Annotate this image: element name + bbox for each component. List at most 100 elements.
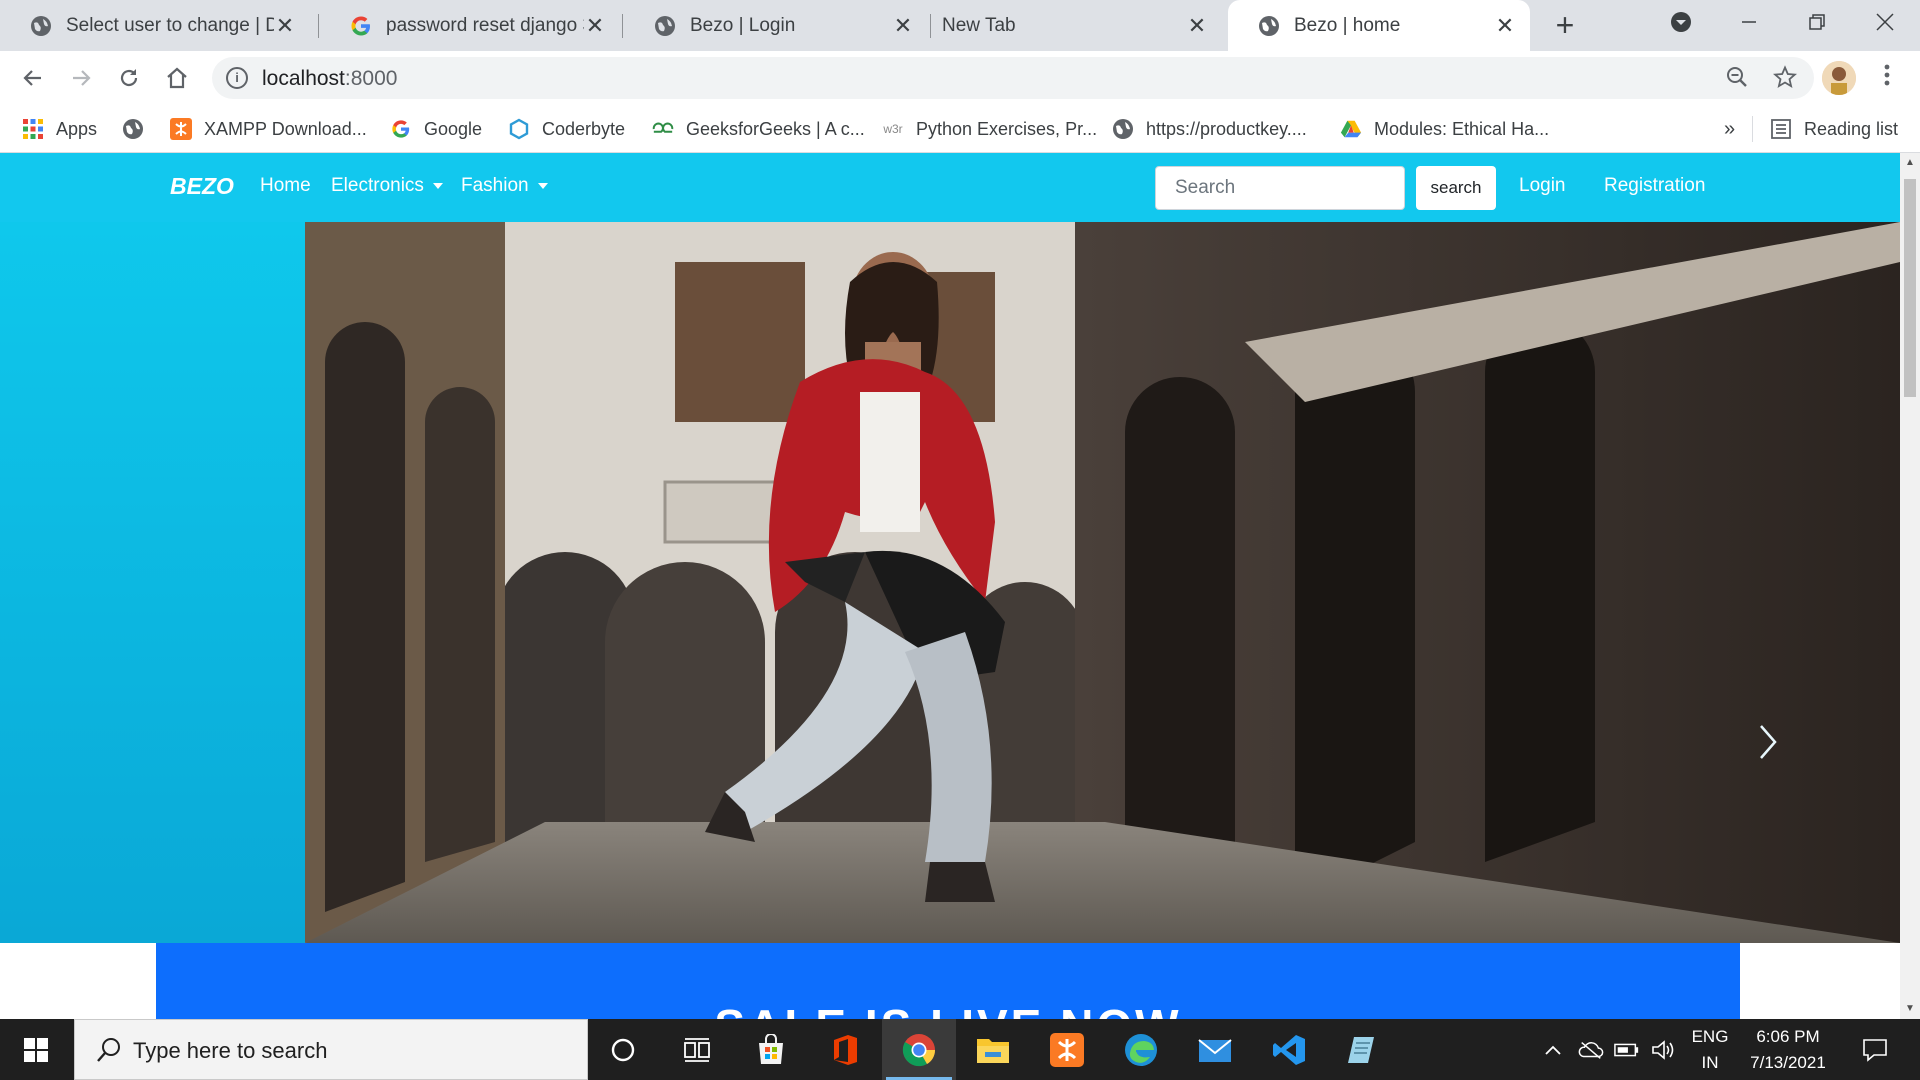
site-brand[interactable]: BEZO <box>170 173 234 200</box>
cortana-button[interactable] <box>586 1019 660 1080</box>
site-search-input[interactable] <box>1155 166 1405 210</box>
hero-carousel <box>305 222 1900 943</box>
bookmark-w3resource[interactable]: w3r Python Exercises, Pr... <box>882 105 1097 153</box>
bookmark-xampp[interactable]: XAMPP Download... <box>170 105 367 153</box>
new-tab-button[interactable]: + <box>1548 8 1582 42</box>
close-icon[interactable]: ✕ <box>274 14 296 37</box>
close-icon <box>1876 13 1894 31</box>
restore-button[interactable] <box>1784 0 1850 44</box>
bookmark-modules[interactable]: Modules: Ethical Ha... <box>1340 105 1549 153</box>
clock-time[interactable]: 6:06 PM <box>1738 1027 1838 1047</box>
input-language-top[interactable]: ENG <box>1688 1027 1732 1047</box>
home-icon <box>167 67 187 89</box>
nav-login[interactable]: Login <box>1519 175 1566 197</box>
tab-bezo-login[interactable]: Bezo | Login ✕ <box>624 0 928 51</box>
nav-home[interactable]: Home <box>260 175 311 197</box>
bookmark-geeksforgeeks[interactable]: GeeksforGeeks | A c... <box>652 105 865 153</box>
taskbar-chrome[interactable] <box>882 1019 956 1080</box>
carousel-next-button[interactable] <box>1747 712 1787 772</box>
tab-strip: Select user to change | Dja ✕ password r… <box>0 0 1920 51</box>
reload-button[interactable] <box>112 61 146 95</box>
bookmark-label: Coderbyte <box>542 118 626 139</box>
tab-search-button[interactable] <box>1648 0 1714 44</box>
avatar-image <box>1822 61 1856 95</box>
chevron-right-icon <box>1760 725 1777 759</box>
address-bar[interactable]: i localhost:8000 <box>212 57 1814 99</box>
site-navbar: BEZO Home Electronics Fashion search Log… <box>0 153 1900 222</box>
scroll-down-icon[interactable]: ▼ <box>1904 1003 1916 1015</box>
forward-button[interactable] <box>64 61 98 95</box>
close-icon[interactable]: ✕ <box>892 14 914 37</box>
tab-separator <box>930 14 931 38</box>
nav-electronics-dropdown[interactable]: Electronics <box>331 175 443 197</box>
taskbar-search-box[interactable]: Type here to search <box>74 1019 588 1080</box>
globe-icon <box>1258 15 1280 37</box>
page-viewport: BEZO Home Electronics Fashion search Log… <box>0 153 1900 1019</box>
close-icon[interactable]: ✕ <box>584 14 606 37</box>
taskbar-mail[interactable] <box>1178 1019 1252 1080</box>
task-view-button[interactable] <box>660 1019 734 1080</box>
tab-password-reset[interactable]: password reset django 3 - ✕ <box>320 0 620 51</box>
action-center-button[interactable] <box>1858 1037 1892 1063</box>
tab-title: password reset django 3 - <box>386 14 584 36</box>
taskbar-xampp[interactable] <box>1030 1019 1104 1080</box>
show-hidden-icons-button[interactable] <box>1540 1037 1566 1063</box>
scroll-up-icon[interactable]: ▲ <box>1904 157 1916 169</box>
volume-tray-button[interactable] <box>1650 1037 1676 1063</box>
reading-list-button[interactable]: Reading list <box>1770 105 1898 153</box>
globe-icon <box>122 118 144 140</box>
globe-icon <box>1112 118 1134 140</box>
close-icon[interactable]: ✕ <box>1186 14 1208 37</box>
nav-registration[interactable]: Registration <box>1604 175 1705 197</box>
home-button[interactable] <box>160 61 194 95</box>
close-icon[interactable]: ✕ <box>1494 14 1516 37</box>
office-icon <box>834 1034 857 1065</box>
bookmark-apps[interactable]: Apps <box>22 105 97 153</box>
url-host: localhost <box>262 67 345 90</box>
site-search-button[interactable]: search <box>1416 166 1496 210</box>
bookmark-google[interactable]: Google <box>390 105 482 153</box>
start-button[interactable] <box>0 1019 72 1080</box>
taskbar-vscode[interactable] <box>1252 1019 1326 1080</box>
bookmarks-overflow-button[interactable]: » <box>1724 105 1735 153</box>
bookmarks-bar: Apps XAMPP Download... Google Coderbyte … <box>0 105 1920 153</box>
taskbar-edge[interactable] <box>1104 1019 1178 1080</box>
bookmark-productkey[interactable]: https://productkey.... <box>1112 105 1307 153</box>
info-icon[interactable]: i <box>226 67 248 89</box>
tab-select-user[interactable]: Select user to change | Dja ✕ <box>0 0 310 51</box>
zoom-button[interactable] <box>1722 65 1752 95</box>
xampp-icon <box>170 118 192 140</box>
minimize-button[interactable] <box>1716 0 1782 44</box>
tab-new-tab[interactable]: New Tab ✕ <box>932 0 1222 51</box>
nav-fashion-label: Fashion <box>461 175 529 196</box>
bookmark-label: GeeksforGeeks | A c... <box>686 118 865 139</box>
mail-icon <box>1198 1038 1232 1062</box>
browser-toolbar: i localhost:8000 <box>0 51 1920 105</box>
onedrive-tray-button[interactable] <box>1578 1037 1604 1063</box>
bookmark-star-button[interactable] <box>1770 65 1800 95</box>
windows-taskbar: Type here to search ENG IN 6:06 PM 7/13/… <box>0 1019 1920 1080</box>
taskbar-microsoft-store[interactable] <box>734 1019 808 1080</box>
cortana-circle-icon <box>611 1038 635 1061</box>
bookmark-coderbyte[interactable]: Coderbyte <box>508 105 625 153</box>
tab-title: Bezo | home <box>1294 14 1401 36</box>
folder-icon <box>977 1038 1009 1063</box>
vscode-icon <box>1273 1034 1305 1065</box>
bookmark-globe[interactable] <box>122 105 156 153</box>
tab-bezo-home[interactable]: Bezo | home ✕ <box>1228 0 1530 51</box>
close-window-button[interactable] <box>1852 0 1918 44</box>
nav-fashion-dropdown[interactable]: Fashion <box>461 175 548 197</box>
profile-avatar[interactable] <box>1822 61 1856 95</box>
scrollbar-thumb[interactable] <box>1904 179 1916 397</box>
edge-icon <box>1125 1033 1157 1066</box>
tab-title: Select user to change | Dja <box>66 14 274 36</box>
taskbar-office[interactable] <box>808 1019 882 1080</box>
back-button[interactable] <box>16 61 50 95</box>
browser-menu-button[interactable] <box>1872 63 1902 93</box>
bookmark-label: XAMPP Download... <box>204 118 367 139</box>
taskbar-notepad[interactable] <box>1326 1019 1400 1080</box>
bookmark-label: Apps <box>56 118 98 139</box>
page-scrollbar[interactable]: ▲ ▼ <box>1900 153 1920 1019</box>
taskbar-file-explorer[interactable] <box>956 1019 1030 1080</box>
battery-tray-button[interactable] <box>1614 1037 1640 1063</box>
